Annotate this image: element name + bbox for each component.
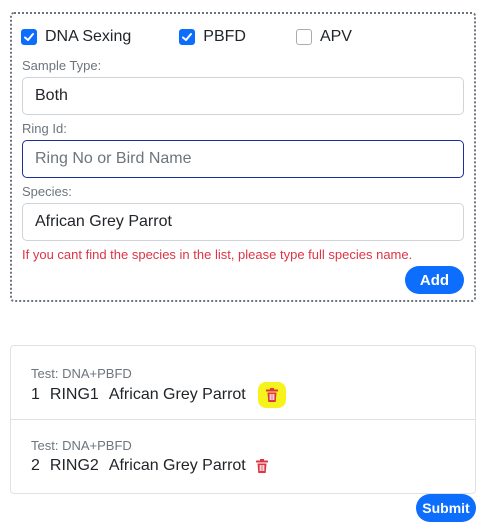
item-ring: RING2 bbox=[49, 457, 99, 474]
item-species: African Grey Parrot bbox=[108, 386, 246, 403]
trash-icon[interactable] bbox=[257, 382, 286, 408]
item-test-label: Test: DNA+PBFD bbox=[31, 438, 132, 453]
ring-id-input[interactable]: Ring No or Bird Name bbox=[22, 140, 464, 178]
species-hint: If you cant find the species in the list… bbox=[22, 247, 413, 262]
apv-checkbox[interactable]: APV bbox=[295, 28, 352, 46]
item-line: 2 RING2 African Grey Parrot bbox=[31, 457, 278, 475]
item-index: 2 bbox=[31, 457, 40, 474]
apv-label: APV bbox=[319, 28, 352, 45]
list-item: Test: DNA+PBFD 1 RING1 African Grey Parr… bbox=[11, 346, 475, 419]
dna-sexing-label: DNA Sexing bbox=[45, 28, 132, 45]
pbfd-checkbox[interactable]: PBFD bbox=[179, 28, 246, 46]
item-species: African Grey Parrot bbox=[108, 457, 246, 474]
species-label: Species: bbox=[22, 184, 72, 199]
list-item: Test: DNA+PBFD 2 RING2 African Grey Parr… bbox=[11, 420, 475, 494]
item-index: 1 bbox=[31, 386, 40, 403]
pbfd-label: PBFD bbox=[203, 28, 246, 45]
item-test-label: Test: DNA+PBFD bbox=[31, 366, 132, 381]
species-input[interactable]: African Grey Parrot bbox=[22, 203, 464, 241]
check-icon bbox=[179, 29, 196, 45]
sample-type-select[interactable]: Both bbox=[22, 77, 464, 115]
sample-list: Test: DNA+PBFD 1 RING1 African Grey Parr… bbox=[10, 345, 476, 494]
sample-form: DNA Sexing PBFD APV Sample Type: Both Ri… bbox=[10, 12, 476, 302]
item-ring: RING1 bbox=[49, 386, 99, 403]
test-checkboxes: DNA Sexing PBFD APV bbox=[21, 28, 352, 46]
sample-type-label: Sample Type: bbox=[22, 58, 102, 73]
empty-checkbox-icon bbox=[295, 29, 312, 45]
add-button[interactable]: Add bbox=[405, 266, 464, 294]
item-line: 1 RING1 African Grey Parrot bbox=[31, 382, 296, 408]
trash-icon[interactable] bbox=[255, 459, 268, 473]
check-icon bbox=[21, 29, 37, 45]
dna-sexing-checkbox[interactable]: DNA Sexing bbox=[21, 28, 131, 46]
ring-id-label: Ring Id: bbox=[22, 121, 67, 136]
submit-button[interactable]: Submit bbox=[416, 494, 476, 522]
